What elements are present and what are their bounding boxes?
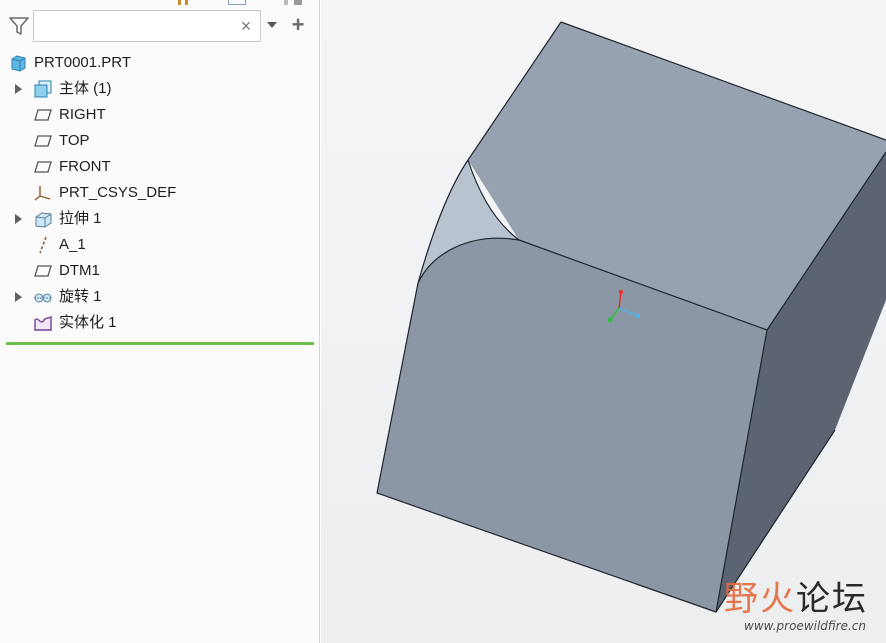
body-icon [33, 80, 53, 98]
watermark-url: www.proewildfire.cn [744, 619, 866, 633]
tree-item[interactable]: A_1 [0, 232, 320, 258]
part-model-3d[interactable] [321, 0, 886, 643]
tree-item[interactable]: DTM1 [0, 258, 320, 284]
tree-item[interactable]: RIGHT [0, 102, 320, 128]
tree-item[interactable]: 拉伸 1 [0, 206, 320, 232]
tree-item[interactable]: PRT_CSYS_DEF [0, 180, 320, 206]
watermark-logo: 野火论坛 [724, 579, 868, 619]
chevron-right-icon[interactable] [15, 84, 22, 94]
toolbar-icon-remnant-3 [284, 0, 306, 5]
solidify-icon [33, 314, 53, 332]
tree-item[interactable]: 旋转 1 [0, 284, 320, 310]
filter-icon[interactable] [8, 15, 30, 37]
tree-item[interactable]: 主体 (1) [0, 76, 320, 102]
datum-axis-icon [33, 236, 53, 254]
chevron-down-icon[interactable] [267, 22, 277, 28]
toolbar-icon-remnant-1 [178, 0, 192, 5]
tree-item-label: 旋转 1 [59, 288, 102, 305]
tree-item-label: PRT_CSYS_DEF [59, 184, 177, 201]
tree-item-label: DTM1 [59, 262, 100, 279]
toolbar-strip-remnant [0, 0, 320, 8]
chevron-right-icon[interactable] [15, 292, 22, 302]
tree-item-label: RIGHT [59, 106, 106, 123]
tree-item-label: 实体化 1 [59, 314, 117, 331]
datum-plane-icon [33, 262, 53, 280]
model-tree-panel: × + PRT0001.PRT 主体 (1) RIGHT TOP FRONT PRT_CS… [0, 0, 320, 643]
tree-item-label: PRT0001.PRT [34, 54, 131, 71]
tree-item[interactable]: 实体化 1 [0, 310, 320, 336]
forum-watermark: 野火论坛 www.proewildfire.cn [678, 579, 868, 635]
datum-plane-icon [33, 132, 53, 150]
watermark-text-2: 论坛 [796, 579, 868, 619]
part-icon [8, 54, 28, 72]
tree-item[interactable]: FRONT [0, 154, 320, 180]
coordinate-system-icon [33, 184, 53, 202]
extrude-icon [33, 210, 53, 228]
tree-item-label: TOP [59, 132, 90, 149]
datum-plane-icon [33, 158, 53, 176]
search-input[interactable] [38, 15, 242, 39]
watermark-text-1: 野火 [724, 579, 796, 619]
tree-item-label: FRONT [59, 158, 111, 175]
clear-icon[interactable]: × [238, 17, 254, 35]
datum-plane-icon [33, 106, 53, 124]
search-box[interactable]: × [33, 10, 261, 42]
revolve-icon [33, 288, 53, 306]
tree-item[interactable]: PRT0001.PRT [0, 50, 320, 76]
tree-item-label: 拉伸 1 [59, 210, 102, 227]
chevron-right-icon[interactable] [15, 214, 22, 224]
graphics-viewport[interactable]: 野火论坛 www.proewildfire.cn [321, 0, 886, 643]
toolbar-icon-remnant-2 [228, 0, 246, 5]
add-button[interactable]: + [288, 14, 308, 36]
tree-item[interactable]: TOP [0, 128, 320, 154]
tree-item-label: A_1 [59, 236, 86, 253]
filter-row: × + [0, 10, 320, 44]
insert-here-indicator[interactable] [6, 342, 314, 345]
tree-item-label: 主体 (1) [59, 80, 112, 97]
